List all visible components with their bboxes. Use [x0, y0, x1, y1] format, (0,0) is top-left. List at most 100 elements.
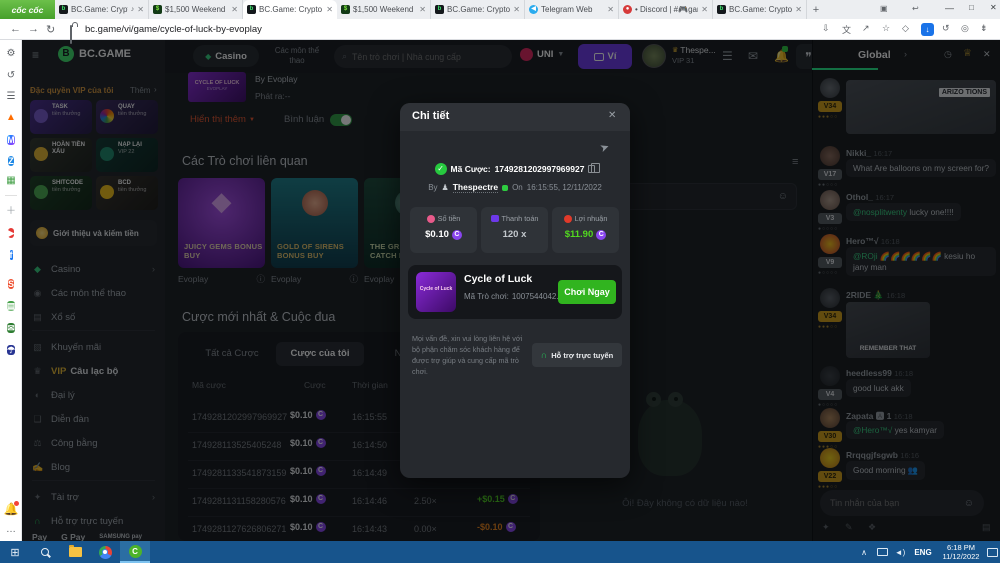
tab-bcgame-3[interactable]: bBC.Game: Crypto Ca✕: [713, 0, 807, 19]
settings-gear-icon[interactable]: ⚙: [0, 48, 22, 59]
close-tab-icon[interactable]: ✕: [513, 5, 520, 14]
telegram-favicon: ◀: [529, 5, 538, 14]
translate-icon[interactable]: 文: [842, 23, 851, 36]
copy-icon[interactable]: [588, 165, 595, 173]
forward-icon[interactable]: →: [28, 23, 39, 35]
mail-app-icon[interactable]: ✉: [0, 321, 22, 335]
divider: [5, 195, 17, 196]
promo-favicon: $: [153, 5, 162, 14]
tab-bcgame-active[interactable]: bBC.Game: Crypto Ca✕: [243, 0, 337, 19]
close-window-icon[interactable]: ✕: [990, 3, 997, 12]
sync-icon[interactable]: ↺: [942, 23, 950, 34]
share-bet-icon[interactable]: ➤: [598, 140, 611, 155]
stat-amount: Số tiền $0.10C: [410, 207, 477, 253]
player-icon: ♟: [442, 183, 449, 192]
profile-icon[interactable]: ◎: [961, 23, 969, 34]
game-id-value: 1007544042...: [512, 292, 563, 301]
tray-expand-icon[interactable]: ∧: [856, 541, 872, 563]
tab-weekend-2[interactable]: $$1,500 Weekend Ev✕: [337, 0, 431, 19]
promo-favicon: $: [341, 5, 350, 14]
share-icon[interactable]: ↗: [862, 23, 870, 34]
coccoc-logo: cốc cốc: [0, 0, 55, 19]
download-button-icon[interactable]: ↓: [921, 23, 934, 36]
facebook-icon[interactable]: f: [0, 248, 22, 262]
close-tab-icon[interactable]: ✕: [326, 5, 333, 14]
minimize-window-icon[interactable]: —: [945, 3, 954, 13]
online-badge: [502, 185, 508, 191]
start-button[interactable]: ⊞: [0, 541, 30, 563]
discord-favicon: ●: [623, 5, 632, 14]
stat-payout: Thanh toán 120 x: [481, 207, 548, 253]
game-thumbnail[interactable]: Cycle of Luck: [416, 272, 456, 312]
bookmark-star-icon[interactable]: ☆: [882, 23, 890, 34]
address-input[interactable]: bc.game/vi/game/cycle-of-luck-by-evoplay: [85, 24, 262, 35]
shopee-icon[interactable]: S: [0, 277, 22, 291]
bet-timestamp: 16:15:55, 12/11/2022: [527, 183, 602, 192]
bet-author-link[interactable]: Thespectre: [453, 182, 498, 193]
modal-close-icon[interactable]: ✕: [608, 110, 616, 121]
taskbar-search-icon[interactable]: [30, 541, 60, 563]
close-tab-icon[interactable]: ✕: [137, 5, 144, 14]
tab-weekend-1[interactable]: $$1,500 Weekend Ev✕: [149, 0, 243, 19]
tab-telegram[interactable]: ◀Telegram Web✕: [525, 0, 619, 19]
store-icon[interactable]: ▤: [0, 299, 22, 313]
game-id-row: Mã Trò chơi: 1007544042...: [464, 292, 573, 301]
newsfeed-icon[interactable]: ☰: [0, 91, 22, 102]
add-shortcut-icon[interactable]: ＋: [0, 202, 22, 217]
network-icon[interactable]: [874, 541, 890, 563]
volume-icon[interactable]: ◄): [892, 541, 908, 563]
bet-details-modal: Chi tiết ✕ ➤ ✓ Mã Cược: 1749281202997969…: [400, 103, 630, 478]
lock-icon: [70, 25, 72, 44]
more-ellipsis-icon[interactable]: …: [0, 524, 22, 535]
new-tab-button[interactable]: +: [807, 4, 825, 16]
live-support-button[interactable]: ∩ Hỗ trợ trực tuyến: [532, 343, 622, 367]
save-page-icon[interactable]: ⇩: [822, 23, 830, 34]
bcgame-favicon: b: [435, 5, 444, 14]
close-tab-icon[interactable]: ✕: [701, 5, 708, 14]
payout-icon: [491, 215, 499, 222]
profit-icon: [564, 215, 572, 223]
tab-search-icon[interactable]: ▣: [880, 4, 888, 13]
chrome-taskbar-icon[interactable]: [90, 541, 120, 563]
downloads-tray-icon[interactable]: ⇟: [980, 23, 988, 34]
notification-dot: [14, 501, 19, 506]
headset-icon: ∩: [541, 350, 548, 360]
close-tab-icon[interactable]: ✕: [795, 5, 802, 14]
history-icon[interactable]: ↺: [0, 70, 22, 81]
play-now-button[interactable]: Chơi Ngay: [558, 280, 616, 304]
recent-tabs-icon[interactable]: ↩: [912, 4, 919, 13]
zalo-icon[interactable]: Z: [0, 154, 22, 168]
maximize-window-icon[interactable]: □: [969, 3, 974, 12]
close-tab-icon[interactable]: ✕: [607, 5, 614, 14]
weather-app-icon[interactable]: ☂: [0, 343, 22, 357]
messenger-icon[interactable]: M: [0, 133, 22, 147]
adblock-shield-icon[interactable]: ◇: [902, 23, 909, 34]
tab-bcgame-2[interactable]: bBC.Game: Crypto Ca✕: [431, 0, 525, 19]
tab-bcgame-1[interactable]: bBC.Game: Crypto♪✕: [55, 0, 149, 19]
action-center-icon[interactable]: [984, 541, 1000, 563]
verified-check-icon: ✓: [435, 163, 447, 175]
tray-date: 11/12/2022: [943, 552, 980, 561]
language-indicator[interactable]: ENG: [910, 541, 936, 563]
youtube-icon[interactable]: ▶: [0, 226, 22, 240]
tab-discord[interactable]: ●• Discord | #🎮gam✕: [619, 0, 713, 19]
close-tab-icon[interactable]: ✕: [419, 5, 426, 14]
trending-fire-icon[interactable]: ▲: [0, 112, 22, 123]
games-gamepad-icon[interactable]: ▦: [0, 175, 22, 186]
modal-title: Chi tiết: [412, 110, 449, 122]
back-icon[interactable]: ←: [10, 23, 21, 35]
bet-id-value: 1749281202997969927: [495, 164, 585, 174]
close-tab-icon[interactable]: ✕: [231, 5, 238, 14]
brand-label: cốc cốc: [12, 5, 44, 15]
coccoc-taskbar-icon[interactable]: C: [120, 541, 150, 563]
bcgame-favicon: b: [59, 5, 68, 14]
file-explorer-icon[interactable]: [60, 541, 90, 563]
clock[interactable]: 6:18 PM 11/12/2022: [938, 541, 984, 563]
audio-icon: ♪: [131, 6, 135, 13]
bet-id-row: ✓ Mã Cược: 1749281202997969927: [400, 163, 630, 175]
reload-icon[interactable]: ↻: [46, 23, 55, 36]
browser-urlbar: ← → ↻ bc.game/vi/game/cycle-of-luck-by-e…: [0, 19, 1000, 40]
modal-game-card: Cycle of Luck Cycle of Luck Mã Trò chơi:…: [408, 265, 622, 319]
support-note: Mọi vấn đề, xin vui lòng liên hệ với bộ …: [412, 333, 526, 378]
modal-game-name: Cycle of Luck: [464, 273, 532, 285]
